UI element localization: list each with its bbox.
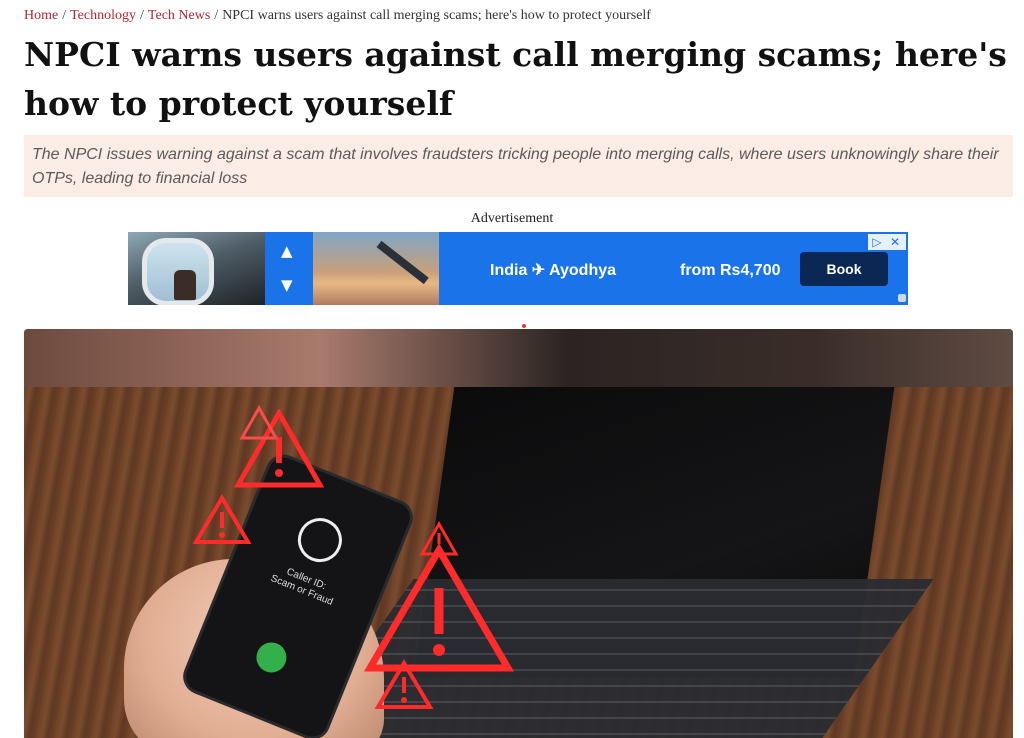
breadcrumb-separator: / bbox=[214, 8, 219, 23]
carousel-indicator-dot bbox=[522, 324, 526, 328]
airplane-wing bbox=[376, 240, 429, 285]
hero-background-blur bbox=[24, 329, 1013, 387]
breadcrumb-home-link[interactable]: Home bbox=[24, 8, 58, 23]
warning-triangle-icon bbox=[192, 494, 252, 544]
ad-airplane-wing-image bbox=[313, 232, 439, 305]
warning-triangle-small-icon bbox=[239, 405, 279, 440]
breadcrumb-separator: / bbox=[62, 8, 67, 23]
arrow-up-icon[interactable]: ▲ bbox=[281, 242, 293, 260]
ad-book-button[interactable]: Book bbox=[800, 252, 888, 286]
arrow-down-icon[interactable]: ▼ bbox=[281, 276, 293, 294]
ad-destination: India ✈ Ayodhya bbox=[490, 262, 617, 279]
caller-id-text: Caller ID: Scam or Fraud bbox=[253, 555, 355, 615]
breadcrumb-separator: / bbox=[140, 8, 144, 23]
breadcrumb-tech-news-link[interactable]: Tech News bbox=[148, 8, 210, 23]
warning-triangle-large-icon bbox=[364, 544, 514, 672]
close-icon[interactable]: ✕ bbox=[886, 234, 904, 250]
advertisement-banner[interactable]: ▲ ▼ India ✈ Ayodhya from Rs4,700 Book ▷ ✕ bbox=[128, 232, 908, 305]
breadcrumb: Home / Technology / Tech News / NPCI warns use… bbox=[24, 8, 651, 24]
advertisement-label: Advertisement bbox=[470, 211, 554, 226]
breadcrumb-current: NPCI warns users against call merging sc… bbox=[222, 8, 651, 23]
adchoices-icon[interactable]: ▷ bbox=[868, 234, 886, 250]
warning-triangle-icon bbox=[374, 659, 434, 709]
ad-hand-silhouette bbox=[174, 270, 196, 300]
caller-avatar-icon bbox=[291, 511, 349, 569]
ad-info-icon[interactable] bbox=[898, 294, 906, 302]
article-headline: NPCI warns users against call merging sc… bbox=[24, 35, 1007, 123]
ad-airplane-window-image bbox=[128, 232, 265, 305]
article-summary: The NPCI issues warning against a scam t… bbox=[24, 135, 1013, 197]
ad-choices: ▷ ✕ bbox=[868, 234, 906, 250]
breadcrumb-technology-link[interactable]: Technology bbox=[70, 8, 136, 23]
article-hero-image: Caller ID: Scam or Fraud bbox=[24, 329, 1013, 738]
ad-price: from Rs4,700 bbox=[680, 262, 781, 279]
accept-call-icon bbox=[251, 637, 291, 677]
ad-carousel-arrows: ▲ ▼ bbox=[265, 232, 313, 305]
